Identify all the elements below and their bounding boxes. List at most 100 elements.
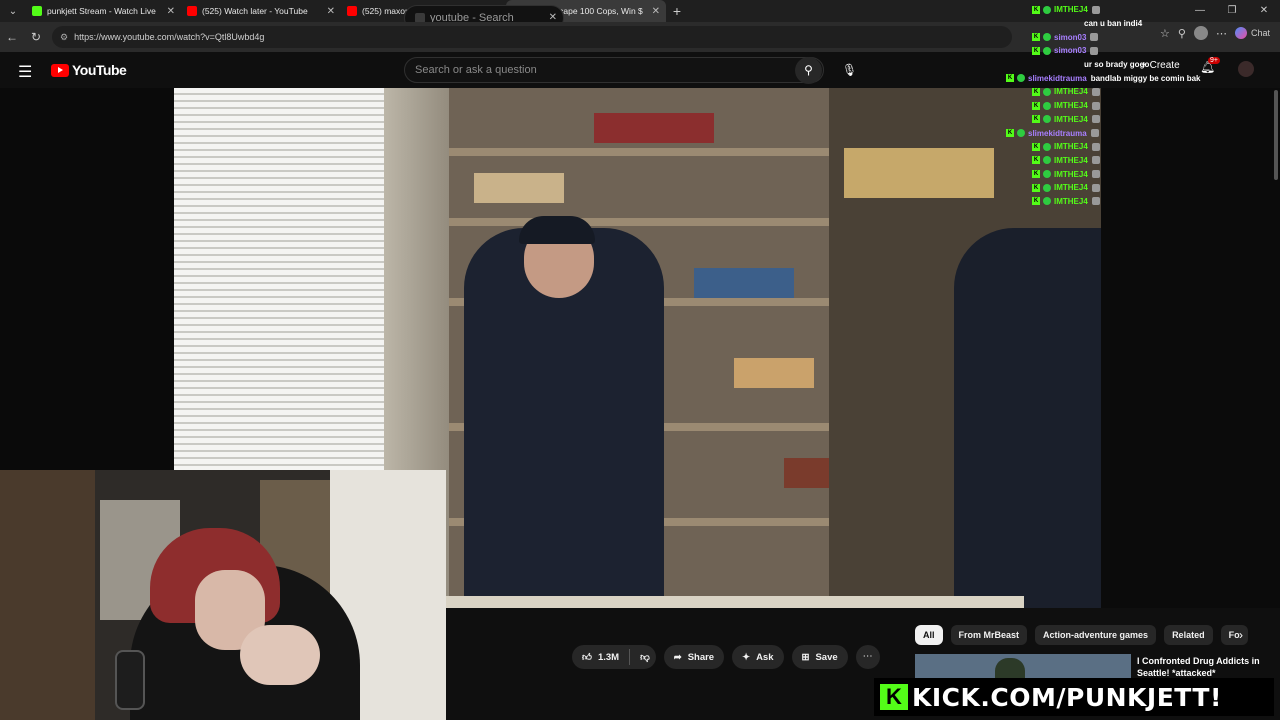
window-close-icon[interactable]: ✕ bbox=[1248, 0, 1280, 22]
tab-label: (525) Watch later - YouTube bbox=[202, 6, 308, 16]
search-icon[interactable]: ⚲ bbox=[795, 57, 822, 84]
chat-username: IMTHEJ4 bbox=[1054, 169, 1088, 179]
chat-username: IMTHEJ4 bbox=[1054, 101, 1088, 111]
chat-username: IMTHEJ4 bbox=[1054, 155, 1088, 165]
sparkle-icon: ✦ bbox=[742, 651, 751, 663]
page-background-left bbox=[0, 88, 174, 470]
chat-username: IMTHEJ4 bbox=[1054, 87, 1088, 97]
chat-message: K IMTHEJ4 bbox=[1032, 154, 1220, 168]
chat-username: simon03 bbox=[1054, 32, 1087, 42]
emote-icon bbox=[1091, 183, 1100, 192]
kick-badge-icon: K bbox=[1032, 115, 1040, 124]
subscriber-badge-icon bbox=[1043, 33, 1051, 42]
chat-username: IMTHEJ4 bbox=[1054, 183, 1088, 193]
chevron-right-icon[interactable]: › bbox=[1239, 628, 1243, 642]
chat-message: K IMTHEJ4 bbox=[1032, 113, 1220, 127]
subscriber-badge-icon bbox=[1043, 101, 1051, 110]
kick-badge-icon: K bbox=[1032, 156, 1040, 165]
books-image bbox=[594, 113, 714, 143]
chat-label: Chat bbox=[1250, 28, 1270, 38]
emote-icon bbox=[1091, 170, 1100, 179]
tab-close-icon[interactable]: ✕ bbox=[652, 6, 660, 17]
microphone-icon[interactable]: 🎙︎ bbox=[836, 57, 863, 84]
like-dislike-button[interactable]: 👍︎ 1.3M 👎︎ bbox=[572, 645, 656, 669]
copilot-chat-button[interactable]: Chat bbox=[1234, 27, 1270, 39]
ask-button[interactable]: ✦ Ask bbox=[732, 645, 784, 669]
emote-icon bbox=[1091, 156, 1100, 165]
subscriber-badge-icon bbox=[1043, 197, 1051, 206]
reload-icon[interactable]: ↻ bbox=[24, 30, 48, 44]
thumbs-up-icon[interactable]: 👍︎ bbox=[582, 651, 592, 663]
share-button[interactable]: ➦ Share bbox=[663, 645, 725, 669]
chat-text: ur so brady gogo bbox=[1084, 60, 1150, 70]
url-field[interactable]: ⚙ https://www.youtube.com/watch?v=Qtl8Uw… bbox=[52, 26, 1012, 48]
kick-badge-icon: K bbox=[1032, 87, 1040, 96]
emote-icon bbox=[1090, 46, 1099, 55]
subscriber-badge-icon bbox=[1043, 183, 1051, 192]
chat-text: bandlab miggy be comin bak bbox=[1090, 73, 1201, 83]
chat-username: IMTHEJ4 bbox=[1054, 196, 1088, 206]
back-arrow-icon[interactable]: ← bbox=[0, 30, 24, 44]
emote-icon bbox=[1091, 197, 1100, 206]
books-image bbox=[694, 268, 794, 298]
emote-icon bbox=[1091, 87, 1100, 96]
chip-from-mrbeast[interactable]: From MrBeast bbox=[950, 625, 1028, 645]
related-filter-chips: All From MrBeast Action-adventure games … bbox=[915, 625, 1248, 645]
chat-username: IMTHEJ4 bbox=[1054, 142, 1088, 152]
chat-message: ur so brady gogo bbox=[1084, 58, 1220, 72]
chat-message: K IMTHEJ4 bbox=[1032, 181, 1220, 195]
chat-message: Ksimon03 bbox=[1032, 44, 1220, 58]
chip-related[interactable]: Related bbox=[1164, 625, 1213, 645]
hamburger-menu-icon[interactable]: ☰ bbox=[18, 62, 32, 82]
tab-watch-later[interactable]: (525) Watch later - YouTube ✕ bbox=[181, 0, 341, 22]
officer-cap-image bbox=[519, 216, 595, 244]
ask-label: Ask bbox=[756, 651, 774, 663]
books-image bbox=[844, 148, 994, 198]
emote-icon bbox=[1091, 142, 1100, 151]
youtube-favicon-icon bbox=[187, 6, 197, 16]
subscriber-badge-icon bbox=[1043, 142, 1051, 151]
new-tab-plus-icon[interactable]: + bbox=[666, 3, 688, 19]
thumbs-down-icon[interactable]: 👎︎ bbox=[640, 651, 650, 663]
chat-message: K IMTHEJ4 bbox=[1032, 85, 1220, 99]
chat-message: K IMTHEJ4 bbox=[1032, 140, 1220, 154]
stream-chat-overlay: K IMTHEJ4 can u ban indi4 Ksimon03 Ksimon03 u… bbox=[1000, 3, 1220, 208]
chip-all[interactable]: All bbox=[915, 625, 943, 645]
recommended-title[interactable]: I Confronted Drug Addicts in Seattle! *a… bbox=[1137, 655, 1277, 679]
save-button[interactable]: ⊞ Save bbox=[791, 645, 848, 669]
bookmark-icon: ⊞ bbox=[801, 651, 810, 663]
kick-badge-icon: K bbox=[1032, 33, 1040, 42]
kick-logo-icon: K bbox=[880, 684, 908, 710]
kick-badge-icon: K bbox=[1032, 142, 1040, 151]
chat-username: IMTHEJ4 bbox=[1054, 5, 1088, 15]
emote-icon bbox=[1090, 33, 1099, 42]
chat-message: K IMTHEJ4 bbox=[1032, 3, 1220, 17]
tab-close-icon[interactable]: ✕ bbox=[167, 6, 175, 17]
search-input[interactable]: Search or ask a question bbox=[404, 57, 824, 83]
tab-close-icon[interactable]: ✕ bbox=[327, 6, 335, 17]
chip-action-adventure[interactable]: Action-adventure games bbox=[1035, 625, 1157, 645]
chat-message: Ksimon03 bbox=[1032, 30, 1220, 44]
tab-kick-stream[interactable]: punkjett Stream - Watch Live ✕ bbox=[26, 0, 181, 22]
books-image bbox=[734, 358, 814, 388]
share-arrow-icon: ➦ bbox=[673, 651, 682, 663]
kick-favicon-icon bbox=[32, 6, 42, 16]
kick-badge-icon: K bbox=[1032, 197, 1040, 206]
kick-badge-icon: K bbox=[1032, 46, 1040, 55]
chat-message: Kslimekidtrauma bandlab miggy be comin ba… bbox=[1006, 71, 1220, 85]
tab-list-chevron-icon[interactable]: ⌄ bbox=[0, 0, 26, 22]
site-info-icon[interactable]: ⚙ bbox=[60, 32, 68, 43]
window-blinds-image bbox=[174, 88, 384, 473]
like-count: 1.3M bbox=[597, 651, 620, 663]
emote-icon bbox=[1091, 101, 1100, 110]
emote-icon bbox=[1091, 5, 1100, 14]
youtube-logo[interactable]: YouTube bbox=[51, 62, 127, 78]
kick-badge-icon: K bbox=[1006, 129, 1014, 138]
page-scrollbar[interactable] bbox=[1274, 90, 1278, 180]
restore-icon[interactable]: ❐ bbox=[1216, 0, 1248, 22]
chat-message: can u ban indi4 bbox=[1084, 17, 1220, 31]
chat-username: simon03 bbox=[1054, 46, 1087, 56]
chip-more[interactable]: Fo bbox=[1220, 625, 1248, 645]
more-actions-icon[interactable]: ⋯ bbox=[855, 645, 880, 669]
user-avatar[interactable] bbox=[1238, 61, 1254, 77]
